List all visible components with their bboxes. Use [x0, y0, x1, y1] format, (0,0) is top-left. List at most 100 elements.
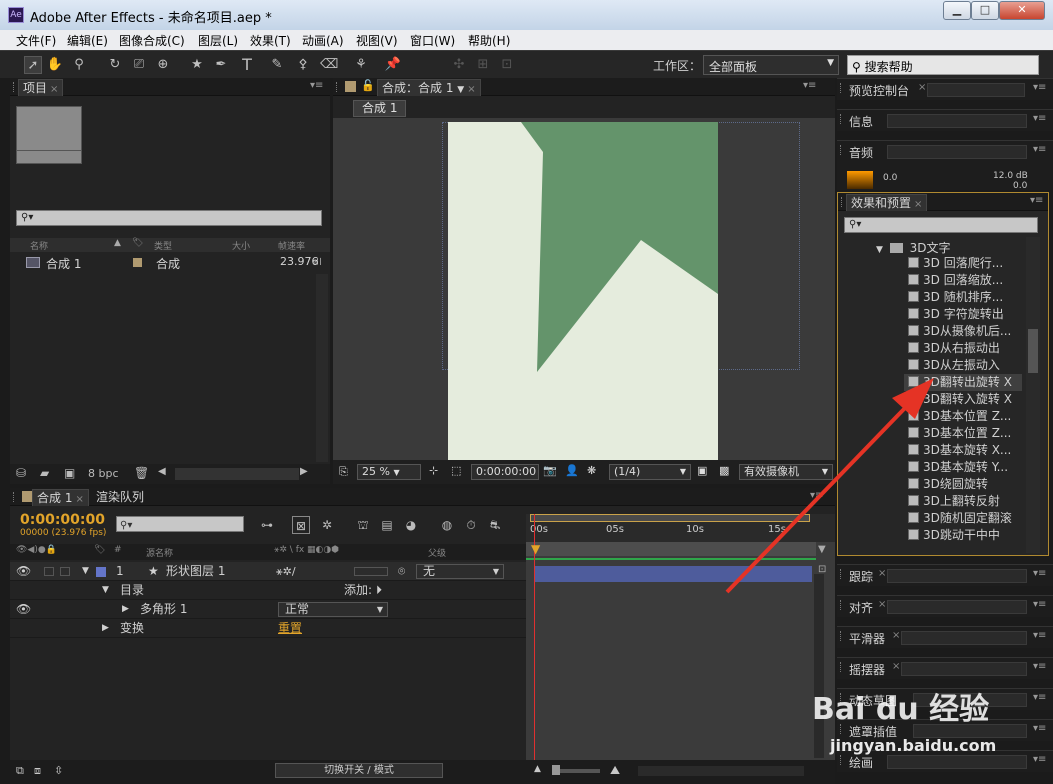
flowchart-icon[interactable]: ⛙: [314, 255, 322, 270]
tab-timeline-comp[interactable]: 合成 1 ×: [32, 489, 89, 506]
effect-preset-item[interactable]: 3D从右振动出: [908, 340, 1000, 357]
effect-preset-item[interactable]: 3D 回落爬行...: [908, 255, 1003, 272]
layer-duration-bar[interactable]: [534, 566, 812, 582]
add-menu-icon[interactable]: ⏵: [376, 581, 382, 600]
panel-menu-icon[interactable]: ▾≡: [310, 80, 323, 91]
menu-view[interactable]: 视图(V): [356, 32, 398, 49]
panel-menu-icon[interactable]: ▾≡: [1033, 661, 1046, 672]
help-search-input[interactable]: ⚲ 搜索帮助: [847, 55, 1039, 75]
scroll-left-icon[interactable]: ◀: [158, 466, 166, 477]
star-shape-tool-icon[interactable]: ★: [188, 56, 206, 74]
zoom-select[interactable]: 25 % ▼: [357, 464, 421, 480]
close-button[interactable]: ✕: [999, 1, 1045, 20]
chevron-right-icon[interactable]: ▶: [122, 600, 129, 619]
panel-grip-icon[interactable]: [840, 662, 843, 672]
text-tool-icon[interactable]: T: [238, 56, 256, 74]
project-scrollbar[interactable]: [316, 274, 328, 462]
auto-keyframe-icon[interactable]: ⏱: [462, 516, 480, 534]
effect-preset-item[interactable]: 3D 字符旋转出: [908, 306, 1004, 323]
camera-tool-icon[interactable]: ⎚: [130, 56, 148, 74]
reset-link[interactable]: 重置: [278, 619, 302, 638]
world-axis-icon[interactable]: ⊞: [474, 56, 492, 74]
menu-window[interactable]: 窗口(W): [410, 32, 455, 49]
smoother-panel[interactable]: 平滑器 × ▾≡: [837, 626, 1053, 648]
brainstorm-icon[interactable]: ◍: [438, 516, 456, 534]
always-preview-icon[interactable]: ⎘: [339, 465, 348, 479]
current-time-field[interactable]: 0:00:00:00: [471, 464, 539, 480]
menu-layer[interactable]: 图层(L): [198, 32, 238, 49]
layer-row[interactable]: 👁 ▼ 1 ★ 形状图层 1 ⚹✲/ ⌾ 无 ▼: [10, 562, 526, 581]
effect-preset-item[interactable]: 3D从左振动入: [908, 357, 1000, 374]
show-snapshot-icon[interactable]: 👤: [565, 464, 579, 477]
project-row[interactable]: 合成 1 合成 23.976 ⛙: [10, 255, 330, 271]
panel-menu-icon[interactable]: ▾≡: [1033, 599, 1046, 610]
new-composition-icon[interactable]: ▣: [64, 466, 75, 480]
panel-menu-icon[interactable]: ▾≡: [1033, 144, 1046, 155]
effect-preset-item[interactable]: 3D基本旋转 Y...: [908, 459, 1008, 476]
col-name[interactable]: 名称: [30, 239, 48, 252]
col-framerate[interactable]: 帧速率: [278, 239, 305, 252]
panel-menu-icon[interactable]: ▾≡: [1033, 82, 1046, 93]
effect-preset-item[interactable]: 3D基本旋转 X...: [908, 442, 1011, 459]
solo-toggle[interactable]: [60, 567, 70, 576]
chevron-right-icon[interactable]: ▶: [102, 619, 109, 638]
bpc-button[interactable]: 8 bpc: [88, 467, 119, 480]
axis-mode-icon[interactable]: ✣: [450, 56, 468, 74]
pen-tool-icon[interactable]: ✒: [212, 56, 230, 74]
minimize-button[interactable]: ▁: [943, 1, 971, 20]
col-source-name[interactable]: 源名称: [146, 546, 173, 559]
clone-stamp-tool-icon[interactable]: ⚴: [294, 56, 312, 74]
panel-menu-icon[interactable]: ▾≡: [1030, 195, 1043, 206]
menu-effect[interactable]: 效果(T): [250, 32, 291, 49]
layer-switches-toggle-icon[interactable]: ⧉: [16, 764, 24, 778]
zoom-out-icon[interactable]: ▲: [534, 764, 541, 774]
label-tag-icon[interactable]: 🏷: [132, 238, 143, 248]
close-icon[interactable]: ×: [75, 494, 83, 505]
pickwhip-icon[interactable]: ⌾: [398, 562, 405, 581]
effect-preset-item[interactable]: 3D跳动干中中: [908, 527, 1000, 544]
effects-search-input[interactable]: ⚲▾: [844, 217, 1038, 233]
effect-preset-item[interactable]: 3D上翻转反射: [908, 493, 1000, 510]
comp-canvas[interactable]: [448, 122, 718, 460]
wiggler-panel-title[interactable]: 摇摆器: [849, 661, 885, 678]
visibility-eye-icon[interactable]: 👁: [16, 562, 31, 581]
workspace-select[interactable]: 全部面板 ▼: [703, 55, 839, 75]
selection-tool-icon[interactable]: ➚: [24, 56, 42, 74]
close-icon[interactable]: ×: [878, 599, 886, 610]
panel-grip-icon[interactable]: [840, 569, 843, 579]
panel-menu-icon[interactable]: ▾≡: [803, 80, 816, 91]
close-icon[interactable]: ×: [914, 199, 922, 210]
timeline-hscrollbar[interactable]: [638, 766, 804, 776]
transparency-grid-icon[interactable]: ▩: [719, 464, 729, 477]
project-search-input[interactable]: ⚲▾: [16, 210, 322, 226]
tab-render-queue[interactable]: 渲染队列: [92, 489, 148, 506]
menu-edit[interactable]: 编辑(E): [67, 32, 108, 49]
pan-behind-tool-icon[interactable]: ⊕: [154, 56, 172, 74]
layer-color-swatch[interactable]: [96, 567, 106, 577]
audio-panel[interactable]: 音频 ▾≡ 0.0 12.0 dB 0.0: [837, 140, 1053, 191]
maximize-button[interactable]: □: [971, 1, 999, 20]
tracker-panel-title[interactable]: 跟踪: [849, 568, 873, 585]
panel-grip-icon[interactable]: [841, 197, 844, 207]
playhead-handle-icon[interactable]: ▼: [531, 542, 540, 556]
panel-grip-icon[interactable]: [840, 114, 843, 124]
tracker-panel[interactable]: 跟踪 × ▾≡: [837, 564, 1053, 586]
close-icon[interactable]: ×: [918, 82, 926, 93]
layer-switches-icon[interactable]: ⚹✲/: [276, 562, 296, 581]
resolution-select[interactable]: (1/4) ▼: [609, 464, 691, 480]
grid-icon[interactable]: ⊹: [429, 464, 438, 477]
effects-scroll-thumb[interactable]: [1028, 329, 1038, 373]
panel-menu-icon[interactable]: ▾≡: [1033, 754, 1046, 765]
in-out-toggle-icon[interactable]: ⇳: [54, 764, 63, 777]
folder-3d-text[interactable]: ▼ 3D文字: [876, 239, 950, 256]
effect-preset-item[interactable]: 3D随机固定翻滚: [908, 510, 1012, 527]
motion-blur-icon[interactable]: ◕: [402, 516, 420, 534]
effects-scrollbar[interactable]: [1026, 237, 1040, 553]
roi-icon[interactable]: ⬚: [451, 464, 461, 477]
timeline-graph-area[interactable]: 00s 05s 10s 15s ▼ ▼ ⊡: [526, 514, 835, 760]
panel-grip-icon[interactable]: [13, 492, 16, 502]
blend-mode-select[interactable]: 正常 ▼: [278, 602, 388, 617]
effect-preset-item[interactable]: 3D绕圆旋转: [908, 476, 988, 493]
paint-panel-title[interactable]: 绘画: [849, 754, 873, 771]
menu-composition[interactable]: 图像合成(C): [119, 32, 185, 49]
